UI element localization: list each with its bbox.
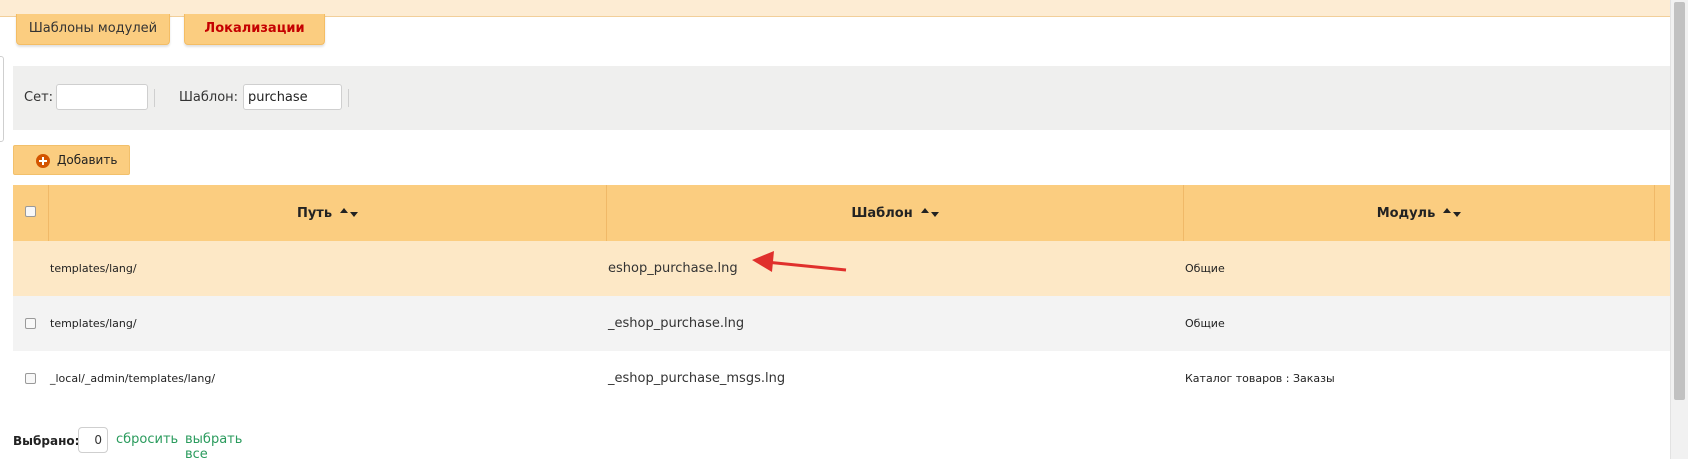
- row-module: Каталог товаров : Заказы: [1185, 372, 1335, 385]
- template-filter-label: Шаблон:: [179, 90, 239, 105]
- row-select-cell: [13, 241, 47, 296]
- select-all-link[interactable]: выбрать все: [185, 432, 242, 459]
- tab-localizations-label: Локализации: [204, 21, 305, 36]
- column-header-module-label: Модуль: [1376, 205, 1436, 221]
- sort-icon[interactable]: [340, 208, 359, 218]
- filter-separator: [154, 89, 155, 107]
- select-all-checkbox[interactable]: [24, 205, 36, 217]
- row-path: _local/_admin/templates/lang/: [50, 372, 216, 385]
- page: Шаблоны модулей Локализации Сет: Шаблон:…: [0, 0, 1688, 459]
- sort-icon[interactable]: [920, 208, 939, 218]
- column-header-actions: [1654, 185, 1671, 241]
- column-header-template-label: Шаблон: [851, 205, 913, 221]
- table-row[interactable]: templates/lang/ _eshop_purchase.lng Общи…: [13, 296, 1670, 351]
- vertical-scrollbar[interactable]: [1670, 0, 1688, 459]
- row-template[interactable]: eshop_purchase.lng: [608, 241, 738, 296]
- tab-localizations[interactable]: Локализации: [184, 14, 325, 45]
- tab-module-templates[interactable]: Шаблоны модулей: [16, 14, 170, 45]
- localizations-table: Путь Шаблон Модуль templates/lang/ eshop…: [13, 185, 1670, 406]
- header-select-all: [13, 185, 47, 241]
- row-template[interactable]: _eshop_purchase_msgs.lng: [608, 351, 785, 406]
- row-module: Общие: [1185, 317, 1225, 330]
- column-header-template[interactable]: Шаблон: [606, 185, 1183, 241]
- set-filter-input[interactable]: [56, 84, 148, 110]
- selected-count: 0: [78, 427, 108, 453]
- reset-selection-link[interactable]: сбросить: [116, 432, 178, 447]
- table-header: Путь Шаблон Модуль: [13, 185, 1670, 241]
- table-row[interactable]: _local/_admin/templates/lang/ _eshop_pur…: [13, 351, 1670, 406]
- filter-separator: [348, 89, 349, 107]
- row-checkbox[interactable]: [24, 318, 36, 329]
- scrollbar-thumb[interactable]: [1674, 2, 1685, 400]
- column-header-module[interactable]: Модуль: [1183, 185, 1654, 241]
- column-header-path[interactable]: Путь: [48, 185, 606, 241]
- add-button[interactable]: Добавить: [13, 145, 130, 175]
- row-select-cell: [13, 296, 47, 351]
- row-path: templates/lang/: [50, 262, 137, 275]
- row-template[interactable]: _eshop_purchase.lng: [608, 296, 744, 351]
- template-filter-input[interactable]: [243, 84, 342, 110]
- add-button-label: Добавить: [57, 153, 118, 167]
- row-select-cell: [13, 351, 47, 406]
- row-module: Общие: [1185, 262, 1225, 275]
- column-header-path-label: Путь: [296, 205, 333, 221]
- selected-label: Выбрано:: [13, 434, 80, 448]
- left-panel-edge: [0, 56, 4, 142]
- set-filter-label: Сет:: [24, 90, 54, 105]
- row-path: templates/lang/: [50, 317, 137, 330]
- plus-circle-icon: [36, 154, 50, 168]
- sort-icon[interactable]: [1443, 208, 1462, 218]
- annotation-arrow-icon: [752, 251, 847, 272]
- row-checkbox[interactable]: [24, 373, 36, 384]
- filter-bar: Сет: Шаблон:: [13, 66, 1670, 130]
- tab-module-templates-label: Шаблоны модулей: [28, 21, 158, 36]
